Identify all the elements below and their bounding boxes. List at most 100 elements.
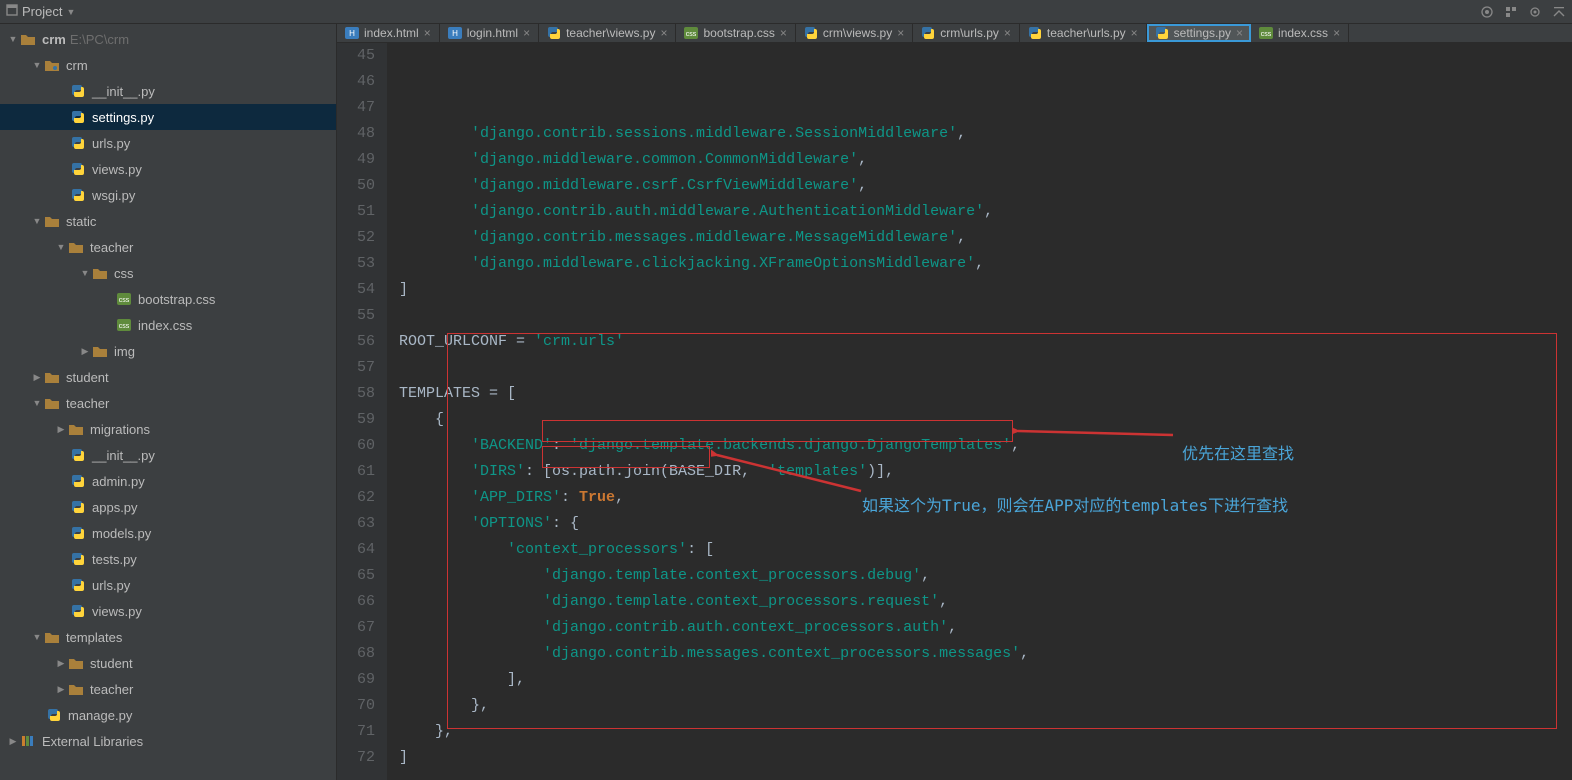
tab-settings-py[interactable]: settings.py× <box>1147 24 1251 42</box>
tab-bootstrap-css[interactable]: cssbootstrap.css× <box>676 24 795 42</box>
tree-item-templates-student[interactable]: ▶ student <box>0 650 336 676</box>
code-line-49[interactable]: 'django.contrib.messages.middleware.Mess… <box>399 225 1572 251</box>
code-line-57[interactable]: 'BACKEND': 'django.template.backends.dja… <box>399 433 1572 459</box>
tree-item-index-css[interactable]: css index.css <box>0 312 336 338</box>
tree-item-urls2[interactable]: urls.py <box>0 572 336 598</box>
code-line-61[interactable]: 'context_processors': [ <box>399 537 1572 563</box>
tree-item-img[interactable]: ▶ img <box>0 338 336 364</box>
tab-crm-urls-py[interactable]: crm\urls.py× <box>913 24 1020 42</box>
python-file-icon <box>70 473 86 489</box>
css-file-icon: css <box>684 26 698 40</box>
project-tree[interactable]: ▼ crm E:\PC\crm ▼ crm __init__.py settin… <box>0 24 337 780</box>
tab-index-css[interactable]: cssindex.css× <box>1251 24 1349 42</box>
close-icon[interactable]: × <box>897 26 904 40</box>
code-line-47[interactable]: 'django.middleware.csrf.CsrfViewMiddlewa… <box>399 173 1572 199</box>
package-icon <box>44 369 60 385</box>
code-line-58[interactable]: 'DIRS': [os.path.join(BASE_DIR, 'templat… <box>399 459 1572 485</box>
project-toolbar: Project ▼ <box>0 0 1572 24</box>
tree-item-models[interactable]: models.py <box>0 520 336 546</box>
tree-item-static[interactable]: ▼ static <box>0 208 336 234</box>
code-line-50[interactable]: 'django.middleware.clickjacking.XFrameOp… <box>399 251 1572 277</box>
code-editor[interactable]: 4546474849505152535455565758596061626364… <box>337 43 1572 780</box>
gear-icon[interactable] <box>1528 5 1542 19</box>
tree-item-urls[interactable]: urls.py <box>0 130 336 156</box>
tab-teacher-urls-py[interactable]: teacher\urls.py× <box>1020 24 1147 42</box>
tree-item-static-teacher[interactable]: ▼ teacher <box>0 234 336 260</box>
code-line-54[interactable] <box>399 355 1572 381</box>
tab-crm-views-py[interactable]: crm\views.py× <box>796 24 913 42</box>
code-line-48[interactable]: 'django.contrib.auth.middleware.Authenti… <box>399 199 1572 225</box>
folder-icon <box>44 629 60 645</box>
tree-item-templates-teacher[interactable]: ▶ teacher <box>0 676 336 702</box>
close-icon[interactable]: × <box>660 26 667 40</box>
code-line-66[interactable]: ], <box>399 667 1572 693</box>
close-icon[interactable]: × <box>1236 26 1243 40</box>
tree-item-views2[interactable]: views.py <box>0 598 336 624</box>
tab-login-html[interactable]: Hlogin.html× <box>440 24 539 42</box>
tree-item-templates[interactable]: ▼ templates <box>0 624 336 650</box>
chevron-right-icon: ▶ <box>54 658 68 669</box>
code-area[interactable]: 'django.contrib.sessions.middleware.Sess… <box>387 43 1572 780</box>
folder-icon <box>68 681 84 697</box>
tree-item-init2[interactable]: __init__.py <box>0 442 336 468</box>
code-line-70[interactable] <box>399 771 1572 780</box>
tree-item-manage[interactable]: manage.py <box>0 702 336 728</box>
tree-item-crm[interactable]: ▼ crm <box>0 52 336 78</box>
code-line-53[interactable]: ROOT_URLCONF = 'crm.urls' <box>399 329 1572 355</box>
tab-index-html[interactable]: Hindex.html× <box>337 24 440 42</box>
close-icon[interactable]: × <box>523 26 530 40</box>
code-line-46[interactable]: 'django.middleware.common.CommonMiddlewa… <box>399 147 1572 173</box>
code-line-51[interactable]: ] <box>399 277 1572 303</box>
code-line-68[interactable]: }, <box>399 719 1572 745</box>
code-line-64[interactable]: 'django.contrib.auth.context_processors.… <box>399 615 1572 641</box>
svg-text:css: css <box>119 297 130 304</box>
view-mode-icon[interactable] <box>1504 5 1518 19</box>
code-line-56[interactable]: { <box>399 407 1572 433</box>
tree-item-wsgi[interactable]: wsgi.py <box>0 182 336 208</box>
tree-item-external-libs[interactable]: ▶ External Libraries <box>0 728 336 754</box>
code-line-45[interactable]: 'django.contrib.sessions.middleware.Sess… <box>399 121 1572 147</box>
tab-teacher-views-py[interactable]: teacher\views.py× <box>539 24 676 42</box>
tree-item-admin[interactable]: admin.py <box>0 468 336 494</box>
project-dropdown[interactable]: Project ▼ <box>6 4 75 19</box>
css-file-icon: css <box>1259 26 1273 40</box>
target-icon[interactable] <box>1480 5 1494 19</box>
tree-item-css-folder[interactable]: ▼ css <box>0 260 336 286</box>
close-icon[interactable]: × <box>1004 26 1011 40</box>
chevron-down-icon: ▼ <box>30 216 44 226</box>
code-line-55[interactable]: TEMPLATES = [ <box>399 381 1572 407</box>
code-line-52[interactable] <box>399 303 1572 329</box>
tree-item-bootstrap-css[interactable]: css bootstrap.css <box>0 286 336 312</box>
folder-icon <box>20 31 36 47</box>
tree-item-teacher-app[interactable]: ▼ teacher <box>0 390 336 416</box>
root-name: crm <box>42 32 66 47</box>
svg-text:css: css <box>686 31 697 38</box>
code-line-69[interactable]: ] <box>399 745 1572 771</box>
tree-item-apps[interactable]: apps.py <box>0 494 336 520</box>
tree-item-migrations[interactable]: ▶ migrations <box>0 416 336 442</box>
tree-item-views[interactable]: views.py <box>0 156 336 182</box>
line-number-gutter: 4546474849505152535455565758596061626364… <box>337 43 387 780</box>
root-path: E:\PC\crm <box>70 32 129 47</box>
code-line-65[interactable]: 'django.contrib.messages.context_process… <box>399 641 1572 667</box>
tree-item-tests[interactable]: tests.py <box>0 546 336 572</box>
html-file-icon: H <box>448 26 462 40</box>
code-line-67[interactable]: }, <box>399 693 1572 719</box>
code-line-60[interactable]: 'OPTIONS': { <box>399 511 1572 537</box>
close-icon[interactable]: × <box>780 26 787 40</box>
chevron-down-icon: ▼ <box>54 242 68 252</box>
folder-icon <box>68 655 84 671</box>
package-icon <box>68 421 84 437</box>
tree-item-settings[interactable]: settings.py <box>0 104 336 130</box>
project-root[interactable]: ▼ crm E:\PC\crm <box>0 26 336 52</box>
close-icon[interactable]: × <box>424 26 431 40</box>
collapse-icon[interactable] <box>1552 5 1566 19</box>
close-icon[interactable]: × <box>1131 26 1138 40</box>
code-line-59[interactable]: 'APP_DIRS': True, <box>399 485 1572 511</box>
code-line-63[interactable]: 'django.template.context_processors.requ… <box>399 589 1572 615</box>
close-icon[interactable]: × <box>1333 26 1340 40</box>
tree-item-student[interactable]: ▶ student <box>0 364 336 390</box>
code-line-62[interactable]: 'django.template.context_processors.debu… <box>399 563 1572 589</box>
python-file-icon <box>70 577 86 593</box>
tree-item-init[interactable]: __init__.py <box>0 78 336 104</box>
